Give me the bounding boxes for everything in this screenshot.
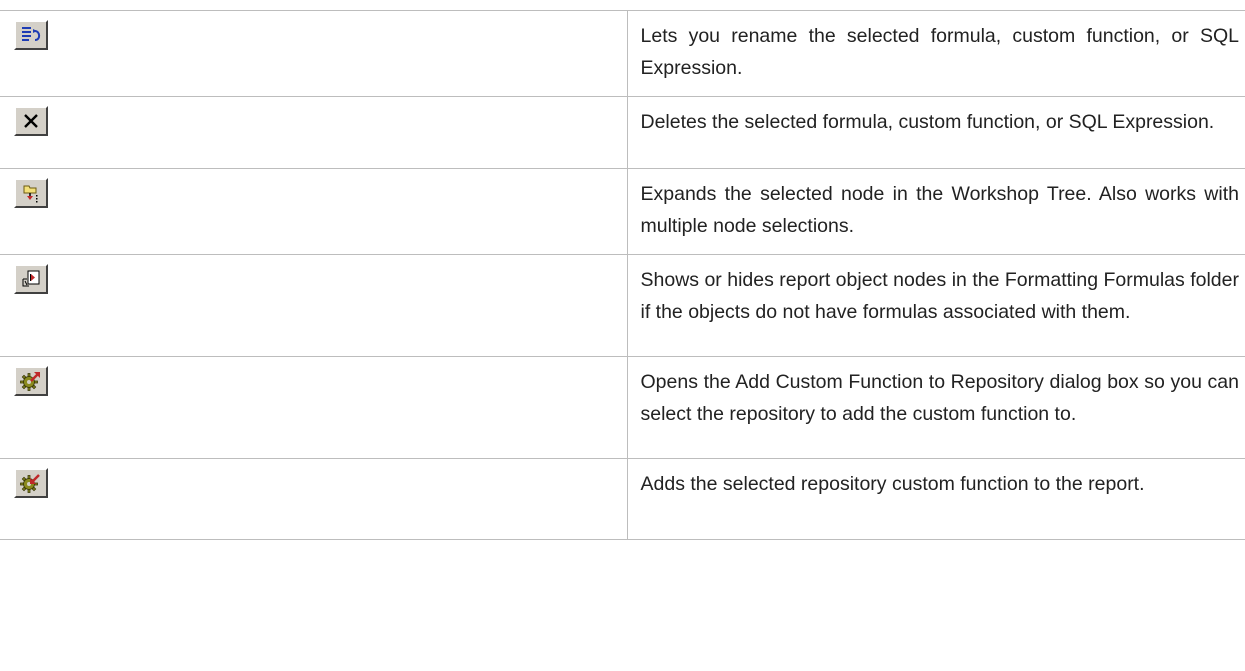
icon-cell (0, 96, 628, 169)
table-row: Deletes the selected formula, custom fun… (0, 96, 1245, 169)
table-row: Shows or hides report object nodes in th… (0, 254, 1245, 357)
button-reference-table: Lets you rename the selected formula, cu… (0, 10, 1245, 540)
table-row: Opens the Add Custom Function to Reposit… (0, 356, 1245, 459)
description-cell: Adds the selected repository custom func… (627, 458, 1245, 540)
description-cell: Deletes the selected formula, custom fun… (627, 96, 1245, 169)
expand-node-icon (21, 183, 41, 203)
icon-cell (0, 356, 628, 459)
icon-cell (0, 254, 628, 357)
description-cell: Opens the Add Custom Function to Reposit… (627, 356, 1245, 459)
description-cell: Shows or hides report object nodes in th… (627, 254, 1245, 357)
delete-icon (22, 112, 40, 130)
show-hide-report-objects-button[interactable] (14, 264, 48, 294)
show-hide-report-objects-icon (21, 269, 41, 289)
table-row: Lets you rename the selected formula, cu… (0, 10, 1245, 97)
description-cell: Lets you rename the selected formula, cu… (627, 10, 1245, 97)
add-to-repository-icon (20, 370, 42, 392)
table-row: Adds the selected repository custom func… (0, 458, 1245, 540)
rename-button[interactable] (14, 20, 48, 50)
icon-cell (0, 10, 628, 97)
add-to-report-icon (20, 472, 42, 494)
add-to-report-button[interactable] (14, 468, 48, 498)
table-row: Expands the selected node in the Worksho… (0, 168, 1245, 255)
icon-cell (0, 458, 628, 540)
icon-cell (0, 168, 628, 255)
expand-node-button[interactable] (14, 178, 48, 208)
add-to-repository-button[interactable] (14, 366, 48, 396)
delete-button[interactable] (14, 106, 48, 136)
description-cell: Expands the selected node in the Worksho… (627, 168, 1245, 255)
rename-icon (20, 25, 42, 45)
